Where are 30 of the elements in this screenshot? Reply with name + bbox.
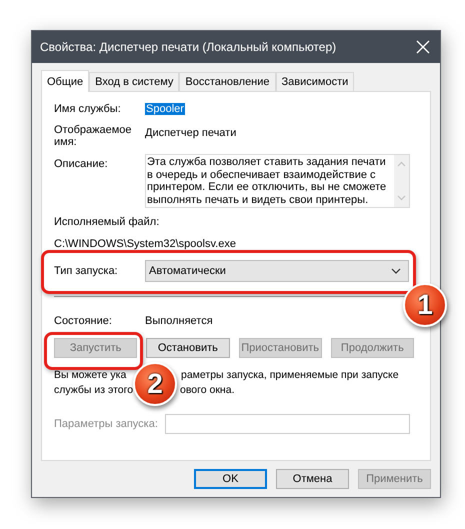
service-button[interactable]: Остановить	[146, 338, 230, 358]
field-label: Исполняемый файл:	[54, 216, 160, 228]
tab[interactable]: Общие	[41, 70, 90, 92]
scroll-down-icon[interactable]	[397, 195, 406, 201]
executable-path: C:\WINDOWS\System32\spoolsv.exe	[54, 238, 237, 250]
field-label: Имя службы:	[54, 103, 122, 115]
tab[interactable]: Восстановление	[179, 72, 276, 91]
tab[interactable]: Вход в систему	[89, 72, 180, 91]
field-label: Параметры запуска:	[54, 418, 159, 430]
number-badge: 1	[403, 283, 447, 327]
tab[interactable]: Зависимости	[276, 72, 354, 91]
hint-text: ового окна.	[180, 383, 234, 398]
hint-text: раметры запуска, применяемые при запуске	[181, 368, 399, 383]
hint-text: службы из этого	[54, 383, 134, 398]
display-name-value: Диспетчер печати	[145, 127, 236, 139]
hint-text: Вы можете ука	[54, 368, 126, 383]
field-label: Отображаемое имя:	[54, 124, 133, 148]
scroll-up-icon[interactable]	[397, 161, 406, 167]
service-name-value[interactable]: Spooler	[145, 103, 185, 115]
startup-type-dropdown[interactable]: Автоматически	[145, 260, 409, 282]
status-value: Выполняется	[145, 315, 213, 327]
field-label: Описание:	[54, 158, 109, 170]
dialog-button[interactable]: OK	[194, 469, 267, 489]
field-label: Тип запуска:	[54, 265, 119, 277]
field-label: Состояние:	[54, 315, 113, 327]
chevron-down-icon	[391, 268, 401, 274]
window-title: Свойства: Диспетчер печати (Локальный компьютер)	[40, 40, 336, 54]
dialog-button[interactable]: Отмена	[276, 469, 349, 489]
close-icon[interactable]	[416, 40, 430, 54]
scrollbar[interactable]	[394, 155, 409, 207]
